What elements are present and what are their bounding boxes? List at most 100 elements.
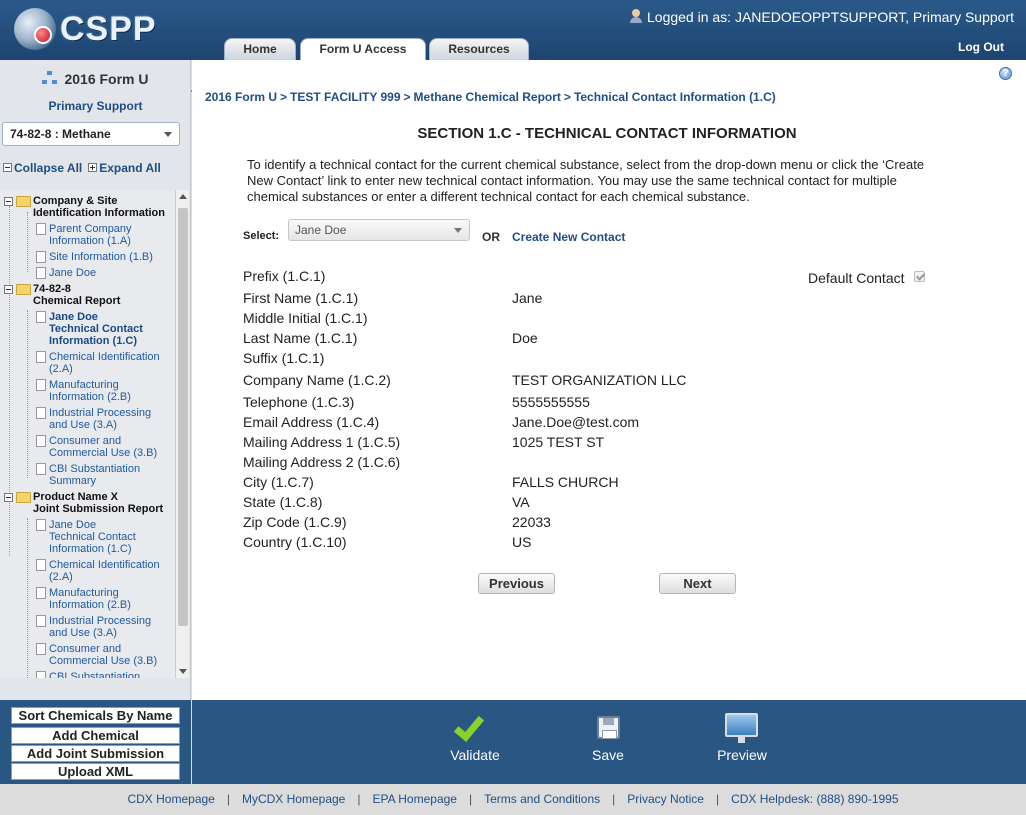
footer-mycdx-homepage[interactable]: MyCDX Homepage xyxy=(242,792,345,806)
field-label: Email Address (1.C.4) xyxy=(243,414,380,430)
page-icon xyxy=(36,407,46,419)
monitor-icon xyxy=(725,713,758,743)
footer: CDX Homepage | MyCDX Homepage | EPA Homepage… xyxy=(0,784,1026,815)
tree-item[interactable]: Jane Doe Technical Contact Information (1.… xyxy=(36,311,143,347)
previous-button[interactable]: Previous xyxy=(478,573,555,594)
folder-icon xyxy=(16,492,31,503)
footer-helpdesk[interactable]: CDX Helpdesk: (888) 890-1995 xyxy=(731,792,898,806)
page-icon xyxy=(36,671,46,678)
tree-item[interactable]: Industrial Processing and Use (3.A) xyxy=(36,407,151,431)
field-label: Zip Code (1.C.9) xyxy=(243,514,347,530)
field-label: First Name (1.C.1) xyxy=(243,290,359,306)
tab-form-u-access[interactable]: Form U Access xyxy=(300,38,426,60)
tree-item[interactable]: Industrial Processing and Use (3.A) xyxy=(36,615,151,639)
validate-label: Validate xyxy=(450,747,500,763)
tree-scrollbar[interactable] xyxy=(175,190,189,678)
add-chemical-button[interactable]: Add Chemical xyxy=(11,727,180,744)
page-icon xyxy=(36,435,46,447)
scroll-thumb[interactable] xyxy=(178,208,188,626)
tab-home[interactable]: Home xyxy=(224,38,296,60)
footer-epa-homepage[interactable]: EPA Homepage xyxy=(372,792,457,806)
field-value: TEST ORGANIZATION LLC xyxy=(512,372,687,388)
tree-item[interactable]: Jane Doe Technical Contact Information (1.… xyxy=(36,519,136,555)
tree-item[interactable]: Manufacturing Information (2.B) xyxy=(36,587,131,611)
footer-cdx-homepage[interactable]: CDX Homepage xyxy=(127,792,214,806)
add-joint-submission-button[interactable]: Add Joint Submission xyxy=(11,745,180,762)
page-icon xyxy=(36,223,46,235)
app-header: CSPP Logged in as: JANEDOEOPPTSUPPORT, P… xyxy=(0,0,1026,60)
expand-all-link[interactable]: Expand All xyxy=(88,161,161,175)
tree-item[interactable]: Manufacturing Information (2.B) xyxy=(36,379,131,403)
tree-item[interactable]: Site Information (1.B) xyxy=(36,251,153,263)
or-label: OR xyxy=(482,230,500,244)
field-label: Suffix (1.C.1) xyxy=(243,350,325,366)
instructions-text: To identify a technical contact for the … xyxy=(247,157,925,204)
collapse-all-link[interactable]: Collapse All xyxy=(3,161,82,175)
plus-box-icon xyxy=(88,163,98,172)
footer-privacy[interactable]: Privacy Notice xyxy=(627,792,704,806)
chemical-select[interactable]: 74-82-8 : Methane xyxy=(2,122,180,146)
breadcrumb-facility[interactable]: TEST FACILITY 999 xyxy=(290,90,400,104)
breadcrumb-chemical-report[interactable]: Methane Chemical Report xyxy=(414,90,561,104)
upload-xml-button[interactable]: Upload XML xyxy=(11,763,180,780)
tree-item[interactable]: CBI Substantiation Summary xyxy=(36,463,140,487)
scroll-up-icon[interactable] xyxy=(179,194,187,199)
field-label: Mailing Address 2 (1.C.6) xyxy=(243,454,401,470)
tree-item[interactable]: Chemical Identification (2.A) xyxy=(36,559,160,583)
tree-group[interactable]: Product Name X Joint Submission Report xyxy=(4,491,163,515)
next-button[interactable]: Next xyxy=(659,573,736,594)
logo-text: CSPP xyxy=(60,10,157,48)
main-content: ? 2016 Form U > TEST FACILITY 999 > Methane … xyxy=(192,60,1026,700)
tree-item[interactable]: Parent Company Information (1.A) xyxy=(36,223,132,247)
sidebar-title: 2016 Form U xyxy=(0,71,191,87)
page-icon xyxy=(36,379,46,391)
navigation-tree: Company & Site Identification Information… xyxy=(0,190,175,678)
chevron-down-icon xyxy=(454,228,462,233)
tree-item[interactable]: Consumer and Commercial Use (3.B) xyxy=(36,643,157,667)
user-icon xyxy=(629,9,643,23)
collapse-node-icon[interactable] xyxy=(4,493,13,502)
tree-item[interactable]: CBI Substantiation xyxy=(36,671,140,678)
page-icon xyxy=(36,267,46,279)
tree-item[interactable]: Consumer and Commercial Use (3.B) xyxy=(36,435,157,459)
sort-chemicals-button[interactable]: Sort Chemicals By Name xyxy=(11,707,180,724)
logout-link[interactable]: Log Out xyxy=(958,40,1004,54)
breadcrumb: 2016 Form U > TEST FACILITY 999 > Methane Ch… xyxy=(205,90,776,104)
help-icon[interactable]: ? xyxy=(999,67,1012,80)
checkmark-icon xyxy=(453,710,485,742)
page-icon xyxy=(36,251,46,263)
footer-terms[interactable]: Terms and Conditions xyxy=(484,792,600,806)
logged-in-status: Logged in as: JANEDOEOPPTSUPPORT, Primar… xyxy=(629,9,1014,25)
breadcrumb-form-u[interactable]: 2016 Form U xyxy=(205,90,277,104)
field-value: Doe xyxy=(512,330,538,346)
contact-select[interactable]: Jane Doe xyxy=(288,219,470,241)
tree-item[interactable]: Jane Doe xyxy=(36,267,96,279)
tree-group[interactable]: Company & Site Identification Information xyxy=(4,195,165,219)
tree-group[interactable]: 74-82-8 Chemical Report xyxy=(4,283,120,307)
collapse-node-icon[interactable] xyxy=(4,285,13,294)
field-label: Country (1.C.10) xyxy=(243,534,347,550)
save-label: Save xyxy=(592,747,624,763)
field-value: US xyxy=(512,534,532,550)
field-label: Middle Initial (1.C.1) xyxy=(243,310,368,326)
create-new-contact-link[interactable]: Create New Contact xyxy=(512,230,625,244)
field-label: Telephone (1.C.3) xyxy=(243,394,355,410)
minus-box-icon xyxy=(3,163,12,172)
page-icon xyxy=(36,311,46,323)
field-value: 22033 xyxy=(512,514,551,530)
sidebar-title-text: 2016 Form U xyxy=(64,71,149,87)
breadcrumb-current: Technical Contact Information (1.C) xyxy=(573,90,776,104)
tree-item[interactable]: Chemical Identification (2.A) xyxy=(36,351,160,375)
sidebar-subtitle: Primary Support xyxy=(48,99,143,113)
cspp-logo[interactable]: CSPP xyxy=(14,6,157,52)
field-value: Jane.Doe@test.com xyxy=(512,414,640,430)
tab-resources[interactable]: Resources xyxy=(429,38,529,60)
collapse-node-icon[interactable] xyxy=(4,197,13,206)
collapse-all-label: Collapse All xyxy=(14,161,83,175)
chemical-select-value: 74-82-8 : Methane xyxy=(10,127,111,141)
scroll-down-icon[interactable] xyxy=(179,669,187,674)
default-contact-checkbox[interactable] xyxy=(914,271,925,282)
field-value: FALLS CHURCH xyxy=(512,474,619,490)
select-label: Select: xyxy=(243,230,280,242)
preview-label: Preview xyxy=(717,747,767,763)
